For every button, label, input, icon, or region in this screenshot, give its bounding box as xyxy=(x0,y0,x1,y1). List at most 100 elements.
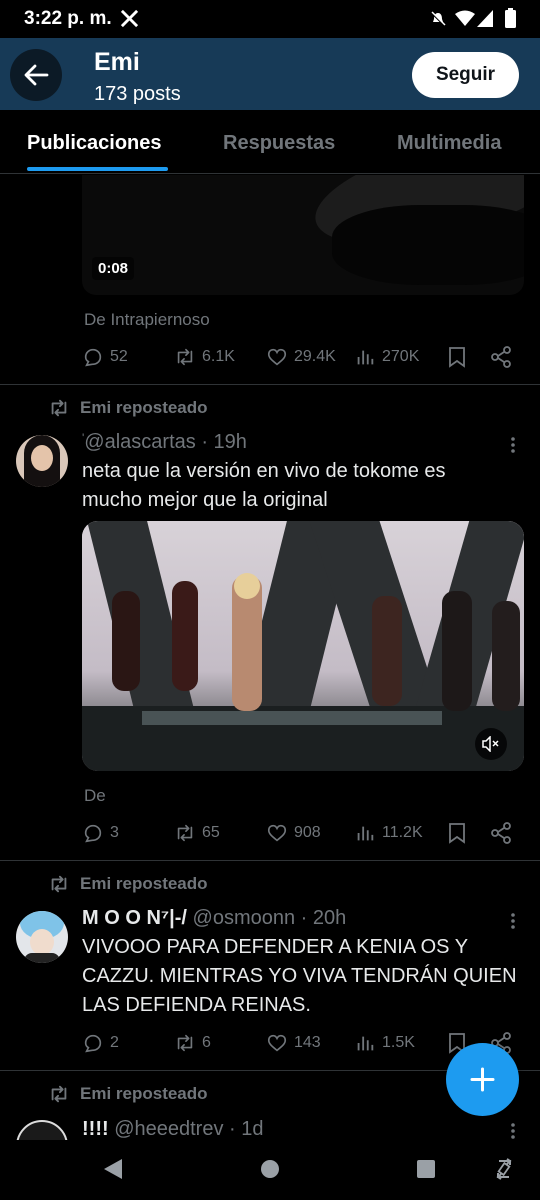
profile-tabs: Publicaciones Respuestas Multimedia xyxy=(0,110,540,174)
reply-icon xyxy=(84,348,102,367)
signal-icon xyxy=(477,10,493,27)
like-button[interactable]: 908 xyxy=(266,822,321,844)
profile-header: Emi 173 posts Seguir xyxy=(0,38,540,110)
heart-icon xyxy=(267,824,287,842)
like-count: 908 xyxy=(294,824,321,841)
back-nav-icon[interactable] xyxy=(103,1158,123,1180)
repost-count: 65 xyxy=(202,824,220,841)
views-button[interactable]: 270K xyxy=(354,346,419,368)
more-icon xyxy=(511,913,515,929)
active-tab-indicator xyxy=(27,167,168,171)
tab-publicaciones[interactable]: Publicaciones xyxy=(27,132,162,155)
repost-button[interactable]: 65 xyxy=(174,822,220,844)
more-options-button[interactable] xyxy=(506,910,520,932)
recents-nav-icon[interactable] xyxy=(416,1159,436,1179)
share-icon[interactable] xyxy=(490,822,512,844)
arrow-left-icon xyxy=(24,64,49,86)
home-nav-icon[interactable] xyxy=(260,1159,280,1179)
reply-button[interactable]: 2 xyxy=(82,1032,119,1054)
repost-icon xyxy=(177,824,193,842)
repost-label: Emi reposteado xyxy=(80,874,208,893)
view-count: 270K xyxy=(382,348,420,365)
views-button[interactable]: 11.2K xyxy=(354,822,423,844)
more-options-button[interactable] xyxy=(506,434,520,456)
follow-button[interactable]: Seguir xyxy=(412,52,519,98)
status-time: 3:22 p. m. xyxy=(24,8,112,29)
battery-icon xyxy=(505,8,516,28)
post-divider xyxy=(0,384,540,385)
post-author: M O O N⁷|-/ @osmoonn · 20h xyxy=(82,907,346,930)
like-button[interactable]: 143 xyxy=(266,1032,321,1054)
status-bar: 3:22 p. m. xyxy=(0,0,540,38)
repost-icon xyxy=(51,875,67,893)
views-icon xyxy=(357,826,374,841)
repost-indicator: Emi reposteado xyxy=(48,397,208,419)
repost-indicator: Emi reposteado xyxy=(48,873,208,895)
repost-count: 6 xyxy=(202,1034,211,1051)
reply-button[interactable]: 3 xyxy=(82,822,119,844)
post-count: 173 posts xyxy=(94,83,181,105)
bookmark-icon[interactable] xyxy=(447,822,467,844)
tab-respuestas[interactable]: Respuestas xyxy=(223,132,335,155)
rotate-icon[interactable] xyxy=(493,1157,515,1181)
speaker-muted-icon xyxy=(482,736,499,752)
repost-icon xyxy=(51,1085,67,1103)
concert-video[interactable] xyxy=(82,521,524,771)
more-icon xyxy=(511,1123,515,1139)
view-count: 11.2K xyxy=(382,824,423,841)
display-name[interactable]: M O O N⁷|-/ xyxy=(82,907,187,929)
share-icon[interactable] xyxy=(490,346,512,368)
mute-icon xyxy=(431,11,446,26)
avatar[interactable] xyxy=(16,911,68,963)
post-divider xyxy=(0,860,540,861)
tab-multimedia[interactable]: Multimedia xyxy=(397,132,501,155)
display-name[interactable]: !!!! xyxy=(82,1118,109,1140)
reply-icon xyxy=(84,1034,102,1053)
post-author: !!!! @heeedtrev · 1d xyxy=(82,1118,264,1140)
repost-icon xyxy=(177,1034,193,1052)
reply-icon xyxy=(84,824,102,843)
avatar[interactable] xyxy=(16,1120,68,1140)
avatar[interactable] xyxy=(16,435,68,487)
heart-icon xyxy=(267,348,287,366)
view-count: 1.5K xyxy=(382,1034,415,1051)
views-icon xyxy=(357,1036,374,1051)
bookmark-icon[interactable] xyxy=(447,346,467,368)
repost-label: Emi reposteado xyxy=(80,1084,208,1103)
post-author: '@alascartas · 19h xyxy=(82,431,247,453)
more-icon xyxy=(511,437,515,453)
like-count: 143 xyxy=(294,1034,321,1051)
post-time: · 20h xyxy=(300,907,347,929)
reply-count: 3 xyxy=(110,824,119,841)
reply-button[interactable]: 52 xyxy=(82,346,128,368)
wifi-icon xyxy=(455,10,475,26)
views-button[interactable]: 1.5K xyxy=(354,1032,415,1054)
video-duration: 0:08 xyxy=(92,257,135,280)
source-label: De Intrapiernoso xyxy=(84,310,210,329)
post-text: VIVOOO PARA DEFENDER A KENIA OS Y CAZZU.… xyxy=(82,936,517,1016)
heart-icon xyxy=(267,1034,287,1052)
repost-icon xyxy=(177,348,193,366)
back-button[interactable] xyxy=(10,49,62,101)
repost-count: 6.1K xyxy=(202,348,235,365)
repost-label: Emi reposteado xyxy=(80,398,208,417)
repost-button[interactable]: 6 xyxy=(174,1032,211,1054)
reply-count: 52 xyxy=(110,348,128,365)
post-text: neta que la versión en vivo de tokome es… xyxy=(82,460,446,511)
system-nav-bar xyxy=(0,1140,540,1200)
post-time: · 1d xyxy=(229,1118,264,1140)
user-handle[interactable]: @alascartas xyxy=(84,431,195,453)
plus-icon xyxy=(470,1067,495,1092)
more-options-button[interactable] xyxy=(506,1120,520,1140)
views-icon xyxy=(357,350,374,365)
user-handle[interactable]: @heeedtrev xyxy=(114,1118,223,1140)
compose-post-button[interactable] xyxy=(446,1043,519,1116)
profile-name: Emi xyxy=(94,48,140,76)
repost-button[interactable]: 6.1K xyxy=(174,346,235,368)
video-thumbnail[interactable]: 0:08 xyxy=(82,175,524,295)
repost-icon xyxy=(51,399,67,417)
user-handle[interactable]: @osmoonn xyxy=(193,907,296,929)
like-button[interactable]: 29.4K xyxy=(266,346,336,368)
reply-count: 2 xyxy=(110,1034,119,1051)
mute-video-button[interactable] xyxy=(475,728,507,760)
